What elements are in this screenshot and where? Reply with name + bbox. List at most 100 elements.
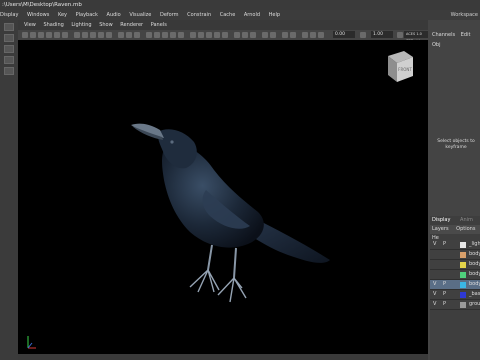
layer-visibility-toggle[interactable]: V: [433, 280, 436, 289]
colorspace-field[interactable]: ACES 1.0 SDR-vid: [404, 31, 428, 43]
layer-editor: Display Anim Layers Options He VP_lightb…: [430, 216, 480, 360]
menu-layers[interactable]: Layers: [432, 226, 449, 232]
vp-menu-lighting[interactable]: Lighting: [71, 20, 91, 30]
layer-playback-toggle[interactable]: P: [443, 280, 446, 289]
grid-icon[interactable]: [46, 31, 52, 38]
layer-color-swatch[interactable]: [460, 252, 466, 258]
depth-of-field-icon[interactable]: [178, 31, 184, 38]
display-mode-icon[interactable]: [270, 31, 276, 38]
gamma-icon[interactable]: [360, 31, 366, 38]
layer-color-swatch[interactable]: [460, 262, 466, 268]
layer-row[interactable]: VPgroun: [430, 300, 480, 310]
layer-editor-tabs: Display Anim: [430, 216, 480, 225]
tab-edit[interactable]: Edit: [461, 32, 471, 38]
channel-icon[interactable]: [302, 31, 308, 38]
layer-color-swatch[interactable]: [460, 242, 466, 248]
rotate-icon[interactable]: [250, 31, 256, 38]
layer-name: _baseb: [469, 291, 480, 297]
tool-button[interactable]: [4, 56, 14, 64]
menu-cache[interactable]: Cache: [220, 10, 236, 20]
tool-button[interactable]: [4, 34, 14, 42]
anti-alias-icon[interactable]: [170, 31, 176, 38]
message-line-2: keyframe: [445, 145, 467, 150]
layer-visibility-toggle[interactable]: V: [433, 300, 436, 309]
exposure-icon[interactable]: [282, 31, 288, 38]
vp-menu-renderer[interactable]: Renderer: [120, 20, 143, 30]
tab-channels[interactable]: Channels: [432, 32, 455, 38]
layer-visibility-toggle[interactable]: V: [433, 240, 436, 249]
film-gate-icon[interactable]: [54, 31, 60, 38]
view-cube[interactable]: FRONT: [388, 51, 413, 82]
shadows-icon[interactable]: [106, 31, 112, 38]
workspace-label[interactable]: Workspace: [451, 10, 478, 20]
raven-model[interactable]: [131, 123, 330, 303]
layer-row[interactable]: bodyF: [430, 260, 480, 270]
ambient-occlusion-icon[interactable]: [154, 31, 160, 38]
layer-row[interactable]: VP _baseb: [430, 290, 480, 300]
tab-anim[interactable]: Anim: [460, 217, 473, 223]
layer-row[interactable]: bodyF: [430, 250, 480, 260]
layer-playback-toggle[interactable]: P: [443, 240, 446, 249]
isolate-icon[interactable]: [146, 31, 152, 38]
menu-key[interactable]: Key: [58, 10, 67, 20]
menu-visualize[interactable]: Visualize: [129, 10, 151, 20]
hud-icon[interactable]: [198, 31, 204, 38]
vp-menu-shading[interactable]: Shading: [43, 20, 63, 30]
exposure-reset-icon[interactable]: [318, 31, 324, 38]
highlight-icon[interactable]: [206, 31, 212, 38]
menu-deform[interactable]: Deform: [160, 10, 179, 20]
layer-color-swatch[interactable]: [460, 292, 466, 298]
tool-button[interactable]: [4, 67, 14, 75]
menu-constrain[interactable]: Constrain: [187, 10, 211, 20]
layer-color-swatch[interactable]: [460, 302, 466, 308]
wireframe-icon[interactable]: [74, 31, 80, 38]
menu-options[interactable]: Options: [456, 226, 475, 232]
viewport[interactable]: FRONT: [18, 40, 428, 354]
layer-row[interactable]: VPbodyF: [430, 280, 480, 290]
menu-audio[interactable]: Audio: [107, 10, 121, 20]
layer-color-swatch[interactable]: [460, 282, 466, 288]
bookmark-icon[interactable]: [30, 31, 36, 38]
exposure-field[interactable]: 0.00: [333, 31, 355, 38]
color-icon[interactable]: [290, 31, 296, 38]
move-icon[interactable]: [242, 31, 248, 38]
viewport-menu-bar: View Shading Lighting Show Renderer Pane…: [18, 20, 428, 30]
gamma-field[interactable]: 1.00: [371, 31, 393, 38]
menu-help[interactable]: Help: [269, 10, 280, 20]
resolution-gate-icon[interactable]: [62, 31, 68, 38]
camera-icon[interactable]: [22, 31, 28, 38]
menu-playback[interactable]: Playback: [76, 10, 98, 20]
layer-playback-toggle[interactable]: P: [443, 290, 446, 299]
menu-windows[interactable]: Windows: [27, 10, 49, 20]
menu-arnold[interactable]: Arnold: [244, 10, 260, 20]
xray-icon[interactable]: [118, 31, 124, 38]
xray-joints-icon[interactable]: [126, 31, 132, 38]
smooth-shade-icon[interactable]: [82, 31, 88, 38]
select-icon[interactable]: [234, 31, 240, 38]
selection-icon[interactable]: [190, 31, 196, 38]
image-plane-icon[interactable]: [38, 31, 44, 38]
motion-blur-icon[interactable]: [162, 31, 168, 38]
color-management-icon[interactable]: [397, 31, 403, 38]
backface-icon[interactable]: [134, 31, 140, 38]
textured-icon[interactable]: [90, 31, 96, 38]
layer-visibility-toggle[interactable]: V: [433, 290, 436, 299]
vp-menu-view[interactable]: View: [24, 20, 36, 30]
view-icon[interactable]: [310, 31, 316, 38]
layer-color-swatch[interactable]: [460, 272, 466, 278]
vp-menu-show[interactable]: Show: [99, 20, 113, 30]
layer-playback-toggle[interactable]: P: [443, 300, 446, 309]
tool-button[interactable]: [4, 23, 14, 31]
vp-menu-panels[interactable]: Panels: [151, 20, 167, 30]
lights-icon[interactable]: [98, 31, 104, 38]
snap-icon[interactable]: [222, 31, 228, 38]
left-tool-strip: [0, 20, 18, 360]
toggle-icon[interactable]: [214, 31, 220, 38]
layer-row[interactable]: bodyF: [430, 270, 480, 280]
tab-object[interactable]: Obj: [432, 42, 441, 48]
layer-row[interactable]: VP _light: [430, 240, 480, 250]
tab-display[interactable]: Display: [432, 217, 450, 223]
search-icon[interactable]: [262, 31, 268, 38]
menu-display[interactable]: Display: [0, 10, 18, 20]
tool-button[interactable]: [4, 45, 14, 53]
